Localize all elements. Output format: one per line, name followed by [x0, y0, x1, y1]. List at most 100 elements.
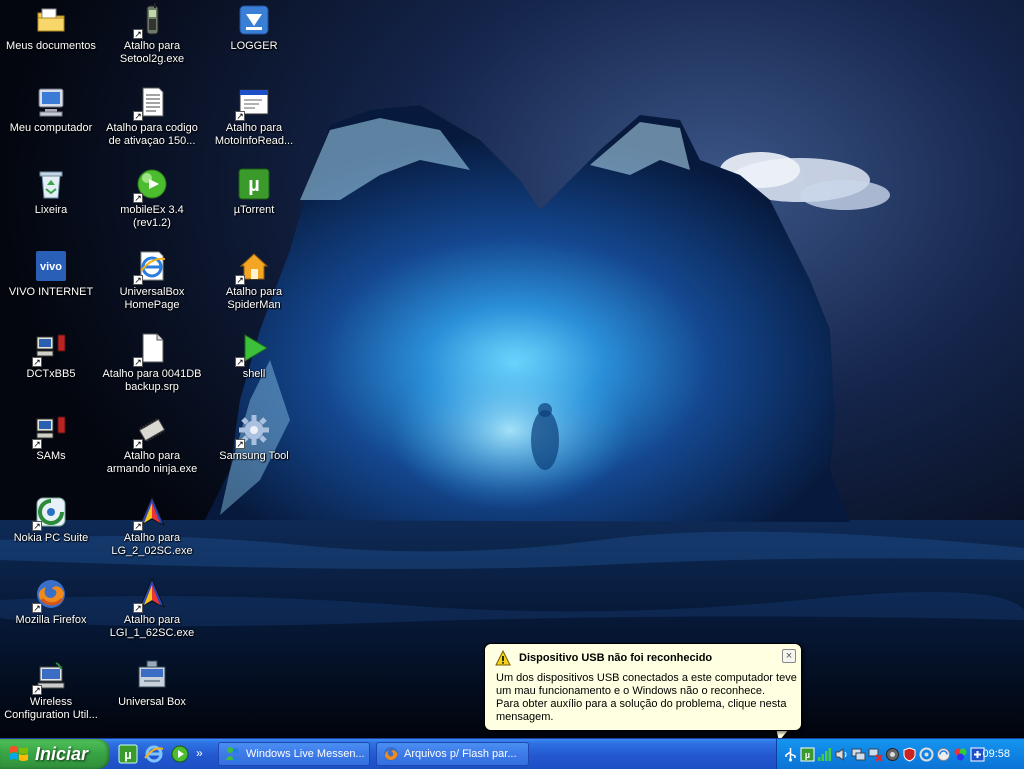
volume-icon[interactable] [834, 747, 849, 762]
shortcut-arrow-icon: ↗ [235, 275, 245, 285]
shortcut-arrow-icon: ↗ [133, 193, 143, 203]
play-arrow-icon: ↗ [235, 331, 271, 367]
desktop-icon-universal-box[interactable]: Universal Box [101, 659, 203, 709]
recycle-bin-icon [34, 167, 68, 201]
utorrent-icon: µ [237, 167, 271, 201]
desktop-icon-nokia-pc-suite[interactable]: ↗ Nokia PC Suite [0, 495, 102, 545]
shortcut-arrow-icon: ↗ [133, 275, 143, 285]
task-button-label: Windows Live Messen... [246, 748, 365, 760]
desktop-icon-label: shell [242, 368, 266, 380]
green-ball-icon[interactable] [170, 744, 190, 764]
desktop-icon-lixeira[interactable]: Lixeira [0, 167, 102, 217]
desktop-icon-armando-ninja[interactable]: ↗ Atalho para armando ninja.exe [101, 413, 203, 476]
desktop-icon-mozilla-firefox[interactable]: ↗ Mozilla Firefox [0, 577, 102, 627]
utorrent-icon[interactable]: µ [800, 747, 815, 762]
desktop-icon-label: UniversalBox HomePage [119, 286, 185, 311]
svg-text:µ: µ [124, 747, 132, 762]
antivirus-icon[interactable] [885, 747, 900, 762]
firefox-icon: ↗ [32, 577, 68, 613]
balloon-close-button[interactable]: × [782, 649, 796, 663]
balloon-message: Um dos dispositivos USB conectados a est… [495, 672, 797, 724]
task-button-firefox[interactable]: Arquivos p/ Flash par... [376, 742, 529, 766]
desktop-icon-label: Mozilla Firefox [15, 614, 87, 626]
desktop-icon-label: Atalho para SpiderMan [225, 286, 283, 311]
chip-icon: ↗ [133, 413, 169, 449]
start-label: Iniciar [35, 743, 89, 764]
shortcut-arrow-icon: ↗ [133, 521, 143, 531]
balloon-message-line: um mau funcionamento e o Windows não o r… [496, 685, 766, 697]
phone-tool-icon: ↗ [133, 3, 169, 39]
desktop-icon-setool2g[interactable]: ↗ Atalho para Setool2g.exe [101, 3, 203, 66]
desktop-icon-meus-documentos[interactable]: Meus documentos [0, 3, 102, 53]
my-computer-icon [34, 85, 68, 119]
shortcut-arrow-icon: ↗ [32, 439, 42, 449]
desktop-icon-label: Nokia PC Suite [13, 532, 89, 544]
shortcut-arrow-icon: ↗ [133, 357, 143, 367]
desktop-icon-logger[interactable]: LOGGER [203, 3, 305, 53]
desktop-icon-lg-2-02sc[interactable]: ↗ Atalho para LG_2_02SC.exe [101, 495, 203, 558]
desktop-icon-lgi-1-62sc[interactable]: ↗ Atalho para LGI_1_62SC.exe [101, 577, 203, 640]
internet-explorer-icon[interactable] [144, 744, 164, 764]
logger-icon [237, 3, 271, 37]
quick-launch: µ » [118, 744, 206, 764]
balloon-title: Dispositivo USB não foi reconhecido [519, 652, 713, 664]
shortcut-arrow-icon: ↗ [235, 111, 245, 121]
desktop-icon-label: Universal Box [118, 696, 186, 708]
universal-box-icon [135, 659, 169, 693]
windows-logo-icon [10, 746, 28, 761]
desktop-icon-samsung-tool[interactable]: ↗ Samsung Tool [203, 413, 305, 463]
desktop-icon-label: Wireless Configuration Util... [4, 696, 98, 721]
desktop-icon-universalbox-homepage[interactable]: ↗ UniversalBox HomePage [101, 249, 203, 312]
tray-icons: µ [783, 746, 985, 762]
desktop-icon-label: Meus documentos [6, 40, 96, 52]
desktop-icon-label: Samsung Tool [219, 450, 289, 462]
shortcut-arrow-icon: ↗ [133, 29, 143, 39]
desktop-icon-label: Atalho para LGI_1_62SC.exe [109, 614, 195, 639]
start-button[interactable]: Iniciar [0, 739, 110, 769]
desktop-icon-mobileex[interactable]: ↗ mobileEx 3.4 (rev1.2) [101, 167, 203, 230]
system-tray: µ 09:58 [776, 739, 1024, 769]
desktop-icon-meu-computador[interactable]: Meu computador [0, 85, 102, 135]
shortcut-arrow-icon: ↗ [32, 357, 42, 367]
gear-icon: ↗ [235, 413, 271, 449]
desktop-icon-spiderman[interactable]: ↗ Atalho para SpiderMan [203, 249, 305, 312]
security-shield-icon[interactable] [902, 746, 917, 762]
usb-device-icon[interactable] [783, 747, 798, 762]
taskbar: Iniciar µ » Windows Live Messen... Arqui… [0, 738, 1024, 769]
svg-text:µ: µ [248, 174, 260, 196]
text-document-icon: ↗ [133, 85, 169, 121]
network-icon[interactable] [851, 747, 866, 762]
nokia-suite-icon: ↗ [32, 495, 68, 531]
task-button-windows-live-messenger[interactable]: Windows Live Messen... [218, 742, 370, 766]
wireless-config-icon: ↗ [32, 659, 68, 695]
bluetooth-icon[interactable] [953, 747, 968, 762]
balloon-message-line: Um dos dispositivos USB conectados a est… [496, 672, 797, 684]
desktop-icon-utorrent[interactable]: µ µTorrent [203, 167, 305, 217]
network-disconnected-icon[interactable] [868, 747, 883, 762]
desktop-icon-label: SAMs [36, 450, 66, 462]
usb-notification-balloon[interactable]: Dispositivo USB não foi reconhecido × Um… [484, 643, 802, 731]
sync-icon[interactable] [936, 747, 951, 762]
desktop-icon-wireless-configuration[interactable]: ↗ Wireless Configuration Util... [0, 659, 102, 722]
desktop-icon-label: Atalho para codigo de ativaçao 150... [106, 122, 198, 147]
desktop-icon-sams[interactable]: ↗ SAMs [0, 413, 102, 463]
shortcut-arrow-icon: ↗ [235, 357, 245, 367]
signal-bars-icon[interactable] [817, 747, 832, 762]
desktop-icon-label: Atalho para armando ninja.exe [106, 450, 198, 475]
quick-launch-more-button[interactable]: » [196, 744, 206, 764]
clock[interactable]: 09:58 [982, 748, 1010, 760]
desktop-icon-vivo-internet[interactable]: vivo VIVO INTERNET [0, 249, 102, 299]
desktop-icon-dctxbb5[interactable]: ↗ DCTxBB5 [0, 331, 102, 381]
desktop-icon-label: Atalho para 0041DB backup.srp [102, 368, 202, 393]
desktop-icon-codigo-de-ativacao[interactable]: ↗ Atalho para codigo de ativaçao 150... [101, 85, 203, 148]
warning-icon [495, 650, 511, 666]
desktop-icon-label: DCTxBB5 [26, 368, 76, 380]
desktop-icon-shell[interactable]: ↗ shell [203, 331, 305, 381]
shortcut-arrow-icon: ↗ [32, 685, 42, 695]
shortcut-arrow-icon: ↗ [32, 521, 42, 531]
desktop-icon-motoinforead[interactable]: ↗ Atalho para MotoInfoRead... [203, 85, 305, 148]
display-icon[interactable] [919, 747, 934, 762]
shortcut-arrow-icon: ↗ [133, 111, 143, 121]
desktop-icon-0041db-backup[interactable]: ↗ Atalho para 0041DB backup.srp [101, 331, 203, 394]
utorrent-icon[interactable]: µ [118, 744, 138, 764]
